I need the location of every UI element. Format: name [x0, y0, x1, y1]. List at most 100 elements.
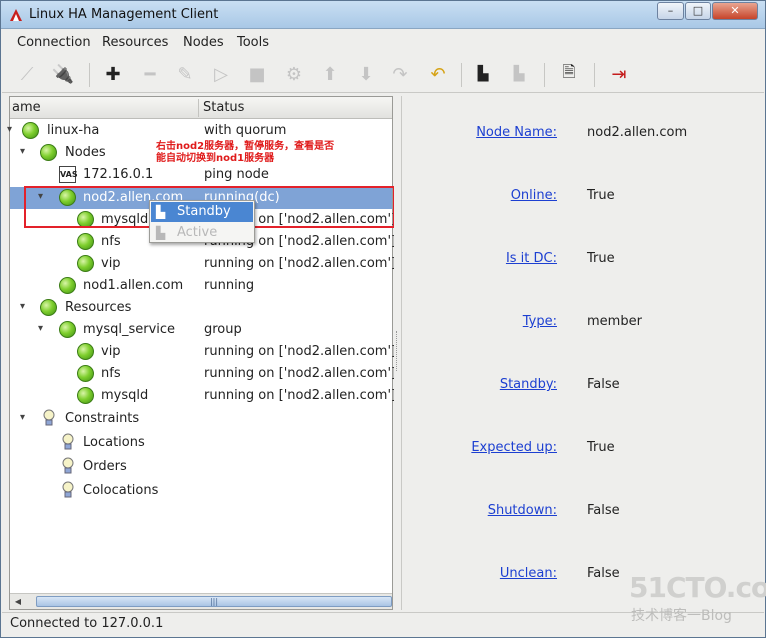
properties-panel: Node Name: nod2.allen.com Online: True I… — [401, 96, 764, 610]
tree-row-mysql-service[interactable]: ▾ mysql_service group — [10, 319, 392, 341]
tree-row-nod1[interactable]: nod1.allen.com running — [10, 275, 392, 297]
tree-row-vip[interactable]: vip running on ['nod2.allen.com'] — [10, 341, 396, 363]
status-ok-icon — [77, 233, 94, 250]
horizontal-scrollbar[interactable]: ◀ ||| — [10, 593, 392, 609]
move-down-icon[interactable]: ⬇ — [355, 63, 377, 85]
tree-row-mysqld[interactable]: mysqld running on ['nod2.allen.com'] — [10, 385, 396, 407]
window-title: Linux HA Management Client — [29, 7, 219, 22]
prop-label-type[interactable]: Type: — [523, 314, 557, 329]
undo-icon[interactable]: ↶ — [427, 63, 449, 85]
scrollbar-thumb[interactable]: ||| — [36, 596, 392, 607]
collapse-arrow-icon[interactable]: ▾ — [7, 125, 17, 135]
tree-row-locations[interactable]: Locations — [10, 432, 392, 454]
scroll-left-arrow-icon[interactable]: ◀ — [12, 596, 24, 608]
prop-value-unclean: False — [587, 566, 620, 581]
ping-host-icon: VAS — [59, 166, 78, 183]
constraint-bulb-icon — [62, 433, 74, 450]
toolbar-separator — [461, 63, 462, 87]
tree-row-constraints[interactable]: ▾ Constraints — [10, 408, 392, 430]
toolbar: ⟋ 🔌 ✚ ━ ✎ ▷ ■ ⚙ ⬆ ⬇ ↷ ↶ ▙ ▙ 🗎 ⇥ — [2, 55, 764, 93]
context-menu: ▙ Standby ▙ Active — [149, 200, 255, 243]
prop-label-is-dc[interactable]: Is it DC: — [506, 251, 557, 266]
tree-status: with quorum — [204, 123, 287, 138]
prop-value-standby: False — [587, 377, 620, 392]
prop-label-standby[interactable]: Standby: — [500, 377, 557, 392]
tree-status: ping node — [204, 167, 269, 182]
tree-status: running on ['nod2.allen.com'] — [204, 344, 397, 359]
move-up-icon[interactable]: ⬆ — [319, 63, 341, 85]
migrate-icon[interactable]: ↷ — [389, 63, 411, 85]
tree-row-ping-node[interactable]: VAS 172.16.0.1 ping node — [10, 164, 392, 186]
menu-tools[interactable]: Tools — [237, 35, 269, 50]
watermark-logo-text: 51CTO.com — [629, 571, 766, 604]
collapse-arrow-icon[interactable]: ▾ — [20, 413, 30, 423]
start-icon[interactable]: ▷ — [210, 63, 232, 85]
tree-row-orders[interactable]: Orders — [10, 456, 392, 478]
context-menu-standby[interactable]: ▙ Standby — [151, 202, 253, 222]
context-menu-active[interactable]: ▙ Active — [151, 223, 253, 243]
active-node-icon[interactable]: ▙ — [508, 63, 530, 85]
prop-label-shutdown[interactable]: Shutdown: — [488, 503, 557, 518]
prop-value-node-name: nod2.allen.com — [587, 125, 688, 140]
tree-label: mysql_service — [83, 322, 176, 337]
cleanup-broom-icon[interactable]: ✎ — [174, 63, 196, 85]
prop-value-expected-up: True — [587, 440, 615, 455]
prop-value-shutdown: False — [587, 503, 620, 518]
prop-label-node-name[interactable]: Node Name: — [476, 125, 557, 140]
watermark: 51CTO.com 技术博客一Blog — [629, 571, 766, 631]
menu-bar: Connection Resources Nodes Tools — [2, 30, 764, 54]
prop-label-unclean[interactable]: Unclean: — [500, 566, 557, 581]
tree-status: running on ['nod2.allen.com'] — [204, 388, 397, 403]
settings-gears-icon[interactable]: ⚙ — [283, 63, 305, 85]
tree-row-resources[interactable]: ▾ Resources — [10, 297, 392, 319]
constraint-bulb-icon — [62, 481, 74, 498]
app-window: Linux HA Management Client – □ ✕ Connect… — [0, 0, 766, 638]
tree-row-vip[interactable]: vip running on ['nod2.allen.com'] — [10, 253, 396, 275]
annotation-line-1: 右击nod2服务器，暂停服务，查看是否 — [156, 141, 335, 152]
toolbar-separator — [89, 63, 90, 87]
close-button[interactable]: ✕ — [712, 2, 758, 20]
menu-resources[interactable]: Resources — [102, 35, 168, 50]
tree-label: Orders — [83, 459, 127, 474]
prop-value-type: member — [587, 314, 642, 329]
prop-label-expected-up[interactable]: Expected up: — [471, 440, 557, 455]
status-ok-icon — [77, 365, 94, 382]
maximize-button[interactable]: □ — [685, 2, 711, 20]
stop-icon[interactable]: ■ — [246, 63, 268, 85]
connect-plug-icon[interactable]: 🔌 — [52, 63, 74, 85]
active-icon: ▙ — [156, 226, 166, 240]
add-icon[interactable]: ✚ — [102, 63, 124, 85]
collapse-arrow-icon[interactable]: ▾ — [20, 147, 30, 157]
menu-nodes[interactable]: Nodes — [183, 35, 224, 50]
tree-label: Resources — [65, 300, 132, 315]
title-bar[interactable]: Linux HA Management Client – □ ✕ — [1, 1, 765, 29]
remove-icon[interactable]: ━ — [139, 63, 161, 85]
tree-row-nfs[interactable]: nfs running on ['nod2.allen.com'] — [10, 363, 396, 385]
exit-door-icon[interactable]: ⇥ — [608, 63, 630, 85]
tree-label: Locations — [83, 435, 145, 450]
constraint-bulb-icon — [62, 457, 74, 474]
view-document-icon[interactable]: 🗎 — [558, 62, 580, 85]
name-column-header[interactable]: ame — [12, 100, 41, 115]
menu-connection[interactable]: Connection — [17, 35, 91, 50]
cluster-tree: ame Status ▾ linux-ha with quorum ▾ Node… — [7, 96, 396, 610]
splitter-grip[interactable] — [396, 331, 398, 371]
tree-row-colocations[interactable]: Colocations — [10, 480, 392, 502]
status-column-header[interactable]: Status — [203, 100, 244, 115]
standby-icon: ▙ — [156, 205, 166, 219]
tree-label: Colocations — [83, 483, 159, 498]
tree-label: nfs — [101, 366, 121, 381]
pane-splitter[interactable] — [394, 96, 400, 610]
tree-label: mysqld — [101, 388, 149, 403]
heartbeat-logo-icon — [10, 9, 22, 21]
tree-row-linux-ha[interactable]: ▾ linux-ha with quorum — [7, 120, 392, 142]
disconnect-icon[interactable]: ⟋ — [16, 63, 38, 85]
column-divider[interactable] — [198, 99, 199, 117]
standby-node-icon[interactable]: ▙ — [472, 63, 494, 85]
prop-value-is-dc: True — [587, 251, 615, 266]
minimize-button[interactable]: – — [657, 2, 684, 20]
collapse-arrow-icon[interactable]: ▾ — [20, 302, 30, 312]
prop-label-online[interactable]: Online: — [511, 188, 557, 203]
collapse-arrow-icon[interactable]: ▾ — [38, 324, 48, 334]
status-ok-icon — [59, 277, 76, 294]
